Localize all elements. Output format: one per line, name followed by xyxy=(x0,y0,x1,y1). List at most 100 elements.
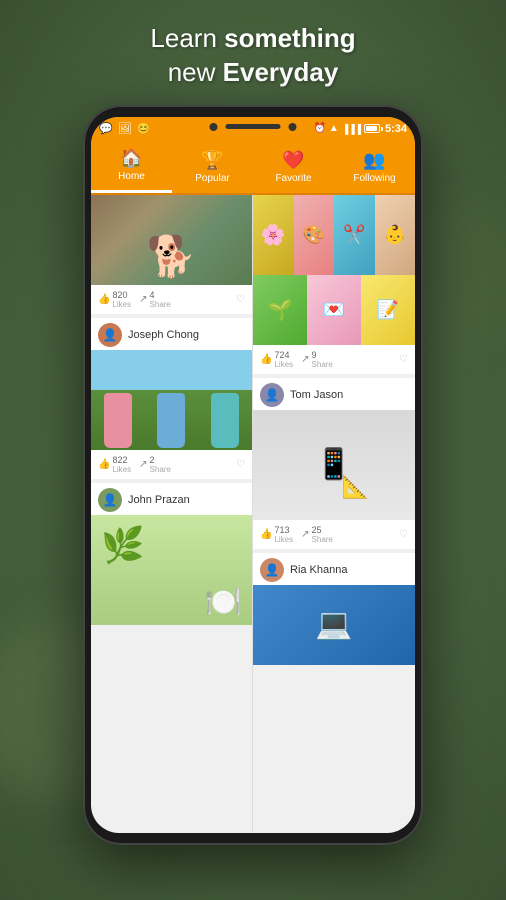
popular-icon: 🏆 xyxy=(201,150,223,171)
share-icon: ↗ xyxy=(139,294,147,305)
joseph-name: Joseph Chong xyxy=(128,329,199,341)
battery-icon xyxy=(364,124,380,133)
nav-favorite-label: Favorite xyxy=(275,173,311,184)
tom-avatar[interactable]: 👤 xyxy=(260,383,284,407)
phone-shell: 💬 🖼 😊 ⏰ ▲ ▐▐▐ 5:34 🏠 Home 🏆 Popular xyxy=(83,105,423,845)
tom-likes: 👍 713 Likes xyxy=(260,525,293,544)
craft-yellow-cell xyxy=(253,195,294,275)
joseph-shares: ↗ 2 Share xyxy=(139,455,171,474)
nav-following-label: Following xyxy=(353,173,395,184)
share-icon-2: ↗ xyxy=(139,459,147,470)
craft-card-pink-cell xyxy=(307,275,361,345)
nav-home[interactable]: 🏠 Home xyxy=(91,141,172,193)
dog-likes: 👍 820 Likes xyxy=(98,290,131,309)
john-avatar[interactable]: 👤 xyxy=(98,488,122,512)
heart-icon-4[interactable]: ♡ xyxy=(399,529,408,540)
time-display: 5:34 xyxy=(385,123,407,135)
craft-baby-cell xyxy=(375,195,416,275)
crafts-top-row xyxy=(253,195,415,275)
photo-icon: 🖼 xyxy=(118,122,132,135)
whatsapp-icon: 💬 xyxy=(99,122,113,135)
sensor-dot xyxy=(289,123,297,131)
post-dog: 👍 820 Likes ↗ 4 Share xyxy=(91,195,252,314)
nav-popular-label: Popular xyxy=(195,173,229,184)
john-user-row: 👤 John Prazan xyxy=(91,483,252,515)
joseph-avatar[interactable]: 👤 xyxy=(98,323,122,347)
post-joseph: 👤 Joseph Chong 👍 822 xyxy=(91,318,252,479)
crafts-bottom-row xyxy=(253,275,415,345)
camera-dot xyxy=(210,123,218,131)
crafts-meta: 👍 724 Likes ↗ 9 Share xyxy=(253,345,415,374)
joseph-meta: 👍 822 Likes ↗ 2 Share xyxy=(91,450,252,479)
feed-grid: 👍 820 Likes ↗ 4 Share xyxy=(91,195,415,833)
headline-learn: Learn xyxy=(150,23,217,53)
ria-user-row: 👤 Ria Khanna xyxy=(253,553,415,585)
ria-avatar[interactable]: 👤 xyxy=(260,558,284,582)
tom-user-row: 👤 Tom Jason xyxy=(253,378,415,410)
phone-stand-visual xyxy=(304,430,364,500)
barrel-teal xyxy=(211,393,239,448)
phone-top-bar xyxy=(210,123,297,131)
tom-avatar-img: 👤 xyxy=(260,383,284,407)
ria-avatar-img: 👤 xyxy=(260,558,284,582)
nav-following[interactable]: 👥 Following xyxy=(334,141,415,193)
share-icon-4: ↗ xyxy=(301,529,309,540)
heart-icon-2[interactable]: ♡ xyxy=(236,459,245,470)
craft-blue-cell xyxy=(334,195,375,275)
post-john: 👤 John Prazan xyxy=(91,483,252,625)
speaker-bar xyxy=(226,124,281,129)
post-dog-image[interactable] xyxy=(91,195,252,285)
status-right-icons: ⏰ ▲ ▐▐▐ 5:34 xyxy=(313,123,407,135)
headline-new: new xyxy=(168,57,216,87)
post-barrels-image[interactable] xyxy=(91,350,252,450)
tom-name: Tom Jason xyxy=(290,389,343,401)
barrel-blue xyxy=(157,393,185,448)
joseph-avatar-img: 👤 xyxy=(98,323,122,347)
thumbs-up-icon-4: 👍 xyxy=(260,529,272,540)
smiley-icon: 😊 xyxy=(137,122,151,135)
nav-favorite[interactable]: ❤️ Favorite xyxy=(253,141,334,193)
tom-shares: ↗ 25 Share xyxy=(301,525,333,544)
home-icon: 🏠 xyxy=(120,148,142,169)
john-name: John Prazan xyxy=(128,494,190,506)
post-phone-stand-image[interactable] xyxy=(253,410,415,520)
craft-pink-cell xyxy=(294,195,335,275)
following-icon: 👥 xyxy=(363,150,385,171)
post-dog-meta: 👍 820 Likes ↗ 4 Share xyxy=(91,285,252,314)
post-laptop-image[interactable]: 💻 xyxy=(253,585,415,665)
joseph-likes: 👍 822 Likes xyxy=(98,455,131,474)
share-icon-3: ↗ xyxy=(301,354,309,365)
headline-something: something xyxy=(224,23,355,53)
thumbs-up-icon: 👍 xyxy=(98,294,110,305)
crafts-grid-image[interactable] xyxy=(253,195,415,345)
wifi-icon: ▲ xyxy=(329,123,339,134)
phone-screen: 💬 🖼 😊 ⏰ ▲ ▐▐▐ 5:34 🏠 Home 🏆 Popular xyxy=(91,117,415,833)
navigation-bar: 🏠 Home 🏆 Popular ❤️ Favorite 👥 Following xyxy=(91,141,415,195)
heart-icon-3[interactable]: ♡ xyxy=(399,354,408,365)
headline-everyday: Everyday xyxy=(223,57,339,87)
thumbs-up-icon-2: 👍 xyxy=(98,459,110,470)
heart-icon[interactable]: ♡ xyxy=(236,294,245,305)
post-ria: 👤 Ria Khanna 💻 xyxy=(253,553,415,665)
favorite-icon: ❤️ xyxy=(282,150,304,171)
signal-icon: ▐▐▐ xyxy=(342,124,361,134)
craft-card-yellow-cell xyxy=(361,275,415,345)
app-headline: Learn something new Everyday xyxy=(130,0,375,105)
feed-column-left: 👍 820 Likes ↗ 4 Share xyxy=(91,195,253,833)
craft-green-cell xyxy=(253,275,307,345)
tom-meta: 👍 713 Likes ↗ 25 Share xyxy=(253,520,415,549)
feed-column-right: 👍 724 Likes ↗ 9 Share xyxy=(253,195,415,833)
post-crafts: 👍 724 Likes ↗ 9 Share xyxy=(253,195,415,374)
john-avatar-img: 👤 xyxy=(98,488,122,512)
dog-shares: ↗ 4 Share xyxy=(139,290,171,309)
post-plates-image[interactable] xyxy=(91,515,252,625)
thumbs-up-icon-3: 👍 xyxy=(260,354,272,365)
alarm-icon: ⏰ xyxy=(313,123,325,134)
barrel-pink xyxy=(104,393,132,448)
crafts-shares: ↗ 9 Share xyxy=(301,350,333,369)
ria-name: Ria Khanna xyxy=(290,564,348,576)
nav-popular[interactable]: 🏆 Popular xyxy=(172,141,253,193)
status-left-icons: 💬 🖼 😊 xyxy=(99,122,150,135)
nav-home-label: Home xyxy=(118,171,145,182)
crafts-likes: 👍 724 Likes xyxy=(260,350,293,369)
